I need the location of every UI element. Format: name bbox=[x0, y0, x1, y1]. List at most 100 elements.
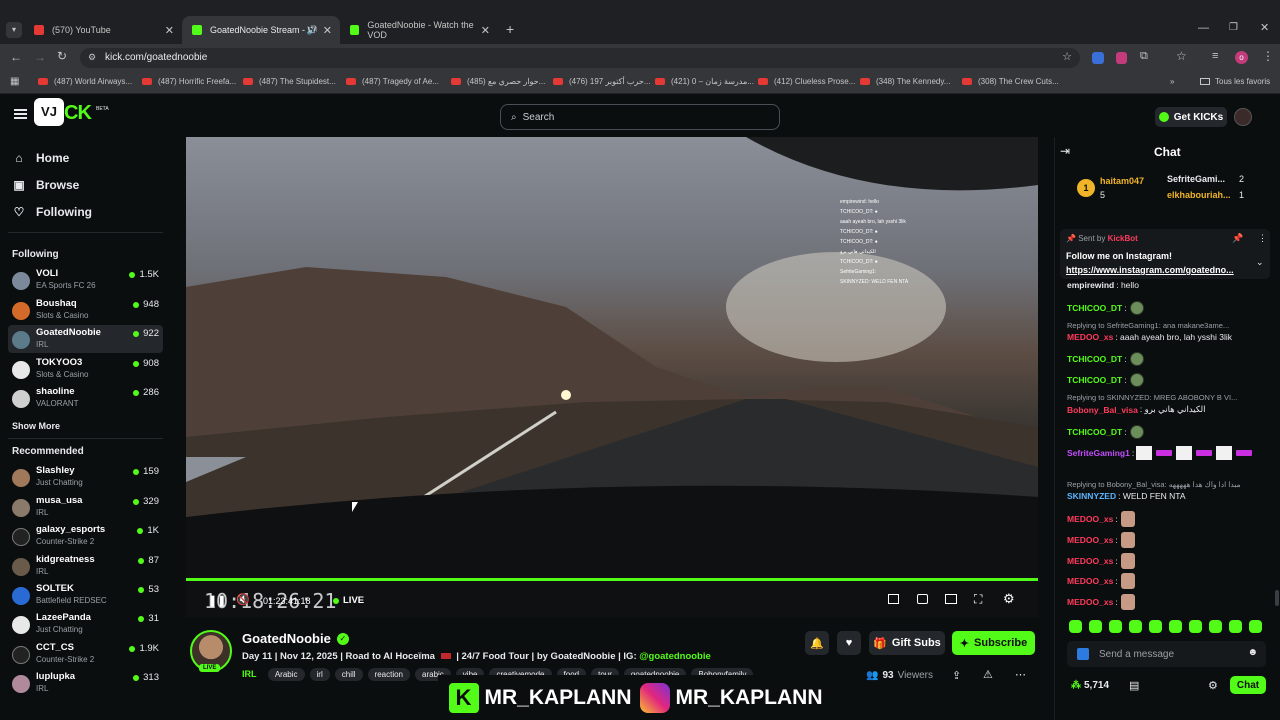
chat-username[interactable]: MEDOO_xs bbox=[1067, 597, 1113, 607]
show-more-link[interactable]: Show More bbox=[12, 421, 60, 431]
chat-username[interactable]: TCHICOO_DT bbox=[1067, 427, 1122, 437]
sidebar-item-browse[interactable]: ▣ Browse bbox=[12, 178, 79, 192]
more-options-icon[interactable]: ⋯ bbox=[1015, 668, 1026, 681]
emote-icon[interactable] bbox=[1069, 620, 1082, 633]
recommended-channel[interactable]: Slashley Just Chatting 159 bbox=[8, 463, 163, 491]
tag-pill[interactable]: Arabic bbox=[267, 668, 305, 681]
send-chat-button[interactable]: Chat bbox=[1230, 676, 1266, 694]
following-channel[interactable]: TOKYOO3 Slots & Casino 908 bbox=[8, 355, 163, 383]
hamburger-menu-icon[interactable] bbox=[14, 109, 27, 119]
clip-icon[interactable] bbox=[917, 594, 928, 604]
recommended-channel[interactable]: LazeePanda Just Chatting 31 bbox=[8, 610, 163, 638]
all-bookmarks-folder[interactable]: Tous les favoris bbox=[1200, 77, 1270, 86]
chat-username[interactable]: TCHICOO_DT bbox=[1067, 375, 1122, 385]
share-icon[interactable]: ⇪ bbox=[952, 669, 961, 682]
chat-username[interactable]: MEDOO_xs bbox=[1067, 576, 1113, 586]
bookmark-item[interactable]: (487) World Airways... bbox=[38, 77, 132, 86]
user-avatar[interactable] bbox=[1234, 108, 1252, 126]
recommended-channel[interactable]: SOLTEK Battlefield REDSEC 53 bbox=[8, 581, 163, 609]
extensions-puzzle-icon[interactable]: ⧉ bbox=[1140, 50, 1148, 63]
recommended-channel[interactable]: CCT_CS Counter-Strike 2 1.9K bbox=[8, 640, 163, 668]
sidebar-item-home[interactable]: ⌂ Home bbox=[12, 151, 69, 165]
tag-pill[interactable]: chill bbox=[334, 668, 363, 681]
emote-icon[interactable] bbox=[1129, 620, 1142, 633]
chat-reply-context[interactable]: Replying to Bobony_Bal_visa: مبدا ادا وا… bbox=[1067, 480, 1241, 489]
bookmark-item[interactable]: (476) حرب أكتوبر 197... bbox=[553, 77, 651, 86]
emote-icon[interactable] bbox=[1149, 620, 1162, 633]
gift-subs-button[interactable]: 🎁 Gift Subs bbox=[869, 631, 945, 655]
emote-icon[interactable] bbox=[1209, 620, 1222, 633]
chat-settings-icon[interactable]: ⚙ bbox=[1208, 679, 1218, 692]
browser-menu-icon[interactable]: ⋮ bbox=[1262, 49, 1274, 63]
chevron-down-icon[interactable]: ⌄ bbox=[1256, 257, 1264, 268]
bookmark-item[interactable]: (487) Horrific Freefa... bbox=[142, 77, 236, 86]
recommended-channel[interactable]: kidgreatness IRL 87 bbox=[8, 552, 163, 580]
back-icon[interactable]: ← bbox=[10, 50, 22, 64]
chat-username[interactable]: TCHICOO_DT bbox=[1067, 354, 1122, 364]
bookmark-item[interactable]: (487) Tragedy of Ae... bbox=[346, 77, 439, 86]
emote-icon[interactable] bbox=[1189, 620, 1202, 633]
chat-input[interactable]: Send a message ☻ bbox=[1067, 641, 1266, 667]
bookmark-star-icon[interactable]: ☆ bbox=[1062, 50, 1072, 63]
recommended-channel[interactable]: galaxy_esports Counter-Strike 2 1K bbox=[8, 522, 163, 550]
emoji-icon[interactable]: ☻ bbox=[1247, 647, 1258, 658]
chat-username[interactable]: MEDOO_xs bbox=[1067, 556, 1113, 566]
mini-player-icon[interactable] bbox=[888, 594, 899, 604]
kicks-balance[interactable]: ⁂ 5,714 bbox=[1071, 680, 1109, 691]
window-minimize-button[interactable]: — bbox=[1198, 22, 1209, 34]
new-tab-button[interactable]: + bbox=[506, 21, 514, 37]
progress-bar[interactable] bbox=[186, 578, 1038, 581]
tag-pill[interactable]: reaction bbox=[367, 668, 410, 681]
chat-rewards-icon[interactable]: ▤ bbox=[1129, 679, 1139, 692]
fullscreen-icon[interactable]: ⛶ bbox=[974, 592, 982, 607]
collapse-chat-icon[interactable]: ⇥ bbox=[1060, 144, 1070, 158]
pinned-message[interactable]: 📌 Sent by KickBot 📌 ⋮ Follow me on Insta… bbox=[1060, 229, 1270, 279]
profile-avatar[interactable]: o bbox=[1235, 51, 1248, 64]
recommended-channel[interactable]: luplupka IRL 313 bbox=[8, 669, 163, 697]
instagram-link[interactable]: https://www.instagram.com/goatedno... bbox=[1066, 265, 1234, 275]
bookmark-item[interactable]: (412) Clueless Prose... bbox=[758, 77, 855, 86]
follow-heart-button[interactable]: ♥ bbox=[837, 631, 861, 655]
category-link[interactable]: IRL bbox=[242, 669, 257, 679]
unpin-icon[interactable]: 📌 bbox=[1232, 233, 1243, 244]
reload-icon[interactable]: ↻ bbox=[57, 49, 67, 63]
emote-icon[interactable] bbox=[1169, 620, 1182, 633]
browser-tab-kick-stream[interactable]: GoatedNoobie Stream - W 🔊 ✕ bbox=[182, 16, 340, 44]
theater-mode-icon[interactable] bbox=[945, 594, 957, 604]
close-tab-icon[interactable]: ✕ bbox=[481, 24, 490, 37]
video-player[interactable]: empirewind: hello TCHICOO_DT: ● aaah aye… bbox=[186, 137, 1038, 617]
bookmark-item[interactable]: (487) The Stupidest... bbox=[243, 77, 336, 86]
streamer-name[interactable]: GoatedNoobie ✓ bbox=[242, 631, 349, 646]
chat-username[interactable]: MEDOO_xs bbox=[1067, 332, 1113, 342]
volume-muted-icon[interactable]: 🔇 bbox=[236, 593, 250, 606]
speaker-icon[interactable]: 🔊 bbox=[307, 25, 318, 36]
bookmark-item[interactable]: (308) The Crew Cuts... bbox=[962, 77, 1059, 86]
following-channel-selected[interactable]: GoatedNoobie IRL 922 bbox=[8, 325, 163, 353]
chat-username[interactable]: MEDOO_xs bbox=[1067, 535, 1113, 545]
chat-username[interactable]: empirewind bbox=[1067, 280, 1114, 290]
recommended-channel[interactable]: musa_usa IRL 329 bbox=[8, 493, 163, 521]
kick-logo[interactable]: VJ CK BETA bbox=[34, 98, 109, 128]
sidebar-item-following[interactable]: ♡ Following bbox=[12, 205, 92, 219]
more-bookmarks-icon[interactable]: » bbox=[1170, 77, 1174, 86]
following-channel[interactable]: VOLI EA Sports FC 26 1.5K bbox=[8, 266, 163, 294]
tag-pill[interactable]: irl bbox=[309, 668, 330, 681]
following-channel[interactable]: Boushaq Slots & Casino 948 bbox=[8, 296, 163, 324]
forward-icon[interactable]: → bbox=[34, 50, 46, 64]
chat-username[interactable]: Bobony_Bal_visa bbox=[1067, 405, 1138, 415]
subscribe-button[interactable]: ✦ Subscribe bbox=[952, 631, 1035, 655]
get-kicks-button[interactable]: Get KICKs bbox=[1155, 107, 1227, 127]
bookmark-item[interactable]: (421) مدرسة زمان – 0... bbox=[655, 77, 754, 86]
close-tab-icon[interactable]: ✕ bbox=[323, 24, 332, 37]
chat-username[interactable]: TCHICOO_DT bbox=[1067, 303, 1122, 313]
chat-username[interactable]: SKINNYZED bbox=[1067, 491, 1116, 501]
apps-grid-icon[interactable]: ▦ bbox=[10, 76, 19, 87]
favorites-icon[interactable]: ☆ bbox=[1176, 49, 1187, 63]
emote-icon[interactable] bbox=[1249, 620, 1262, 633]
notification-bell-button[interactable]: 🔔 bbox=[805, 631, 829, 655]
extension-icon[interactable] bbox=[1092, 52, 1104, 64]
bookmark-item[interactable]: (485) حوار حصري مع... bbox=[451, 77, 545, 86]
window-close-button[interactable]: ✕ bbox=[1260, 21, 1269, 34]
following-channel[interactable]: shaoline VALORANT 286 bbox=[8, 384, 163, 412]
instagram-handle-link[interactable]: @goatednoobie bbox=[639, 651, 711, 662]
